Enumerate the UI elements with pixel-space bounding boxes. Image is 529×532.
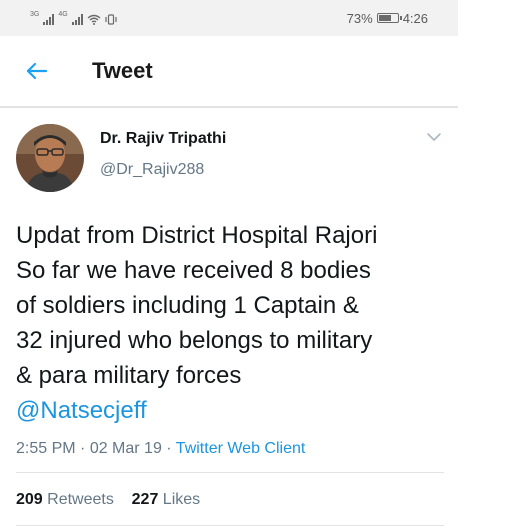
tweet-text: Updat from District Hospital Rajori So f…: [16, 218, 458, 428]
signal-icon: [71, 13, 83, 25]
signal-icon: [43, 13, 55, 25]
app-header: Tweet: [0, 36, 458, 108]
tweet-text-line: of soldiers including 1 Captain &: [16, 292, 359, 319]
retweets-count: 209: [16, 491, 43, 508]
retweets-stat[interactable]: 209 Retweets: [16, 491, 114, 508]
meta-separator: ·: [161, 440, 176, 457]
tweet-date: 02 Mar 19: [89, 440, 162, 457]
status-bar: 3G 4G 73% 4:26: [0, 0, 458, 36]
vibrate-icon: [105, 14, 117, 25]
status-time: 4:26: [402, 10, 428, 26]
author-handle[interactable]: @Dr_Rajiv288: [100, 161, 226, 179]
wifi-icon: [87, 14, 101, 25]
status-icons-right: 73% 4:26: [347, 11, 428, 26]
retweets-label: Retweets: [47, 491, 114, 508]
chevron-down-icon[interactable]: [426, 132, 442, 142]
meta-separator: ·: [75, 440, 90, 457]
battery-level: [378, 15, 392, 21]
arrow-left-icon[interactable]: [24, 58, 50, 84]
likes-label: Likes: [162, 491, 201, 508]
author-info: Dr. Rajiv Tripathi @Dr_Rajiv288: [100, 124, 226, 192]
likes-count: 227: [131, 491, 159, 508]
likes-stat[interactable]: 227 Likes: [132, 491, 201, 508]
tweet-screen: 3G 4G 73% 4:26 Tweet Dr. Rajiv Tripathi …: [0, 0, 458, 532]
avatar[interactable]: [16, 124, 84, 192]
tweet-time: 2:55 PM: [16, 440, 76, 457]
tweet-detail: Dr. Rajiv Tripathi @Dr_Rajiv288 Updat fr…: [0, 108, 458, 526]
status-icons-left: 3G 4G: [30, 11, 117, 25]
tweet-text-line: So far we have received 8 bodies: [16, 257, 371, 284]
tweet-text-line: Updat from District Hospital Rajori: [16, 222, 378, 249]
tweet-meta: 2:55 PM · 02 Mar 19 · Twitter Web Client: [16, 440, 444, 473]
network-type-1: 3G: [30, 11, 40, 18]
battery-icon: [376, 13, 402, 23]
tweet-text-line: 32 injured who belongs to military: [16, 327, 373, 354]
author-row[interactable]: Dr. Rajiv Tripathi @Dr_Rajiv288: [16, 108, 458, 192]
page-title: Tweet: [92, 58, 153, 83]
author-name[interactable]: Dr. Rajiv Tripathi: [100, 130, 226, 148]
network-type-2: 4G: [58, 11, 68, 18]
mention-link[interactable]: @Natsecjeff: [16, 393, 444, 428]
battery-percent: 73%: [346, 10, 373, 26]
tweet-text-line: & para military forces: [16, 362, 242, 389]
tweet-stats: 209 Retweets 227 Likes: [16, 473, 444, 526]
tweet-client-link[interactable]: Twitter Web Client: [176, 440, 306, 457]
